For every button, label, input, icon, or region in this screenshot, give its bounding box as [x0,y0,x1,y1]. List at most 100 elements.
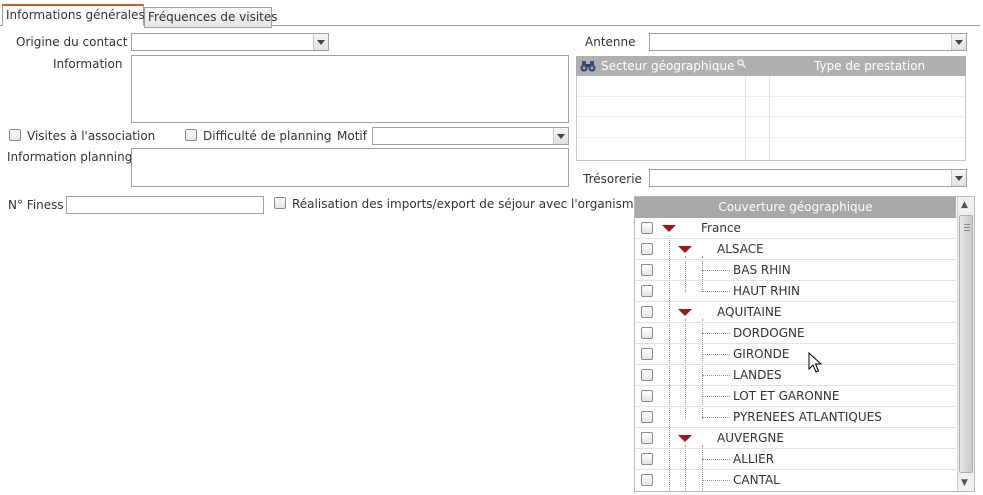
tree-row[interactable]: LOT ET GARONNE [635,386,956,407]
triangle-down-icon[interactable] [678,246,692,253]
tree-row[interactable]: PYRENEES ATLANTIQUES [635,407,956,428]
tree-row[interactable]: GIRONDE [635,344,956,365]
tree-row-checkbox[interactable] [641,243,653,255]
tab-informations-generales[interactable]: Informations générales [2,4,145,26]
visites-checkbox[interactable] [9,129,21,141]
tree-row-label: ALSACE [717,242,764,256]
tree-row-checkbox[interactable] [641,306,653,318]
motif-label: Motif [337,129,367,143]
tree-row-label: BAS RHIN [733,263,791,277]
tree-row-checkbox[interactable] [641,222,653,234]
finess-label: N° Finess [8,198,64,212]
tree-row[interactable]: CANTAL [635,470,956,491]
tree-row-label: GIRONDE [733,347,790,361]
tree-row[interactable]: HAUT RHIN [635,281,956,302]
realisation-checkbox[interactable] [274,197,286,209]
tree-row[interactable]: DORDOGNE [635,323,956,344]
tree-row[interactable]: France [635,218,956,239]
chevron-up-icon[interactable]: ▲ [958,197,974,212]
chevron-down-icon[interactable]: ▼ [958,475,974,490]
chevron-down-icon[interactable] [951,34,966,50]
tree-row[interactable]: AUVERGNE [635,428,956,449]
tree-connector [702,354,730,355]
tree-row-label: DORDOGNE [733,326,805,340]
secteur-grid-body[interactable] [576,76,966,161]
tree-connector [702,333,730,334]
tree-row-checkbox[interactable] [641,453,653,465]
tree-row[interactable]: LANDES [635,365,956,386]
tresorerie-select[interactable] [649,169,967,187]
type-prestation-column-header[interactable]: Type de prestation [814,56,925,76]
secteur-grid-header: Secteur géographique Type de prestation [576,56,966,76]
tree-row[interactable]: ALSACE [635,239,956,260]
tree-row[interactable]: ALLIER [635,449,956,470]
tree-connector [702,396,730,397]
tree-row-checkbox[interactable] [641,285,653,297]
origine-select[interactable] [131,33,329,51]
tree-connector [702,480,730,481]
binoculars-icon[interactable] [580,59,596,73]
tree-row[interactable]: AQUITAINE [635,302,956,323]
tab-label: Informations générales [6,8,145,22]
tree-row-checkbox[interactable] [641,348,653,360]
tree-row[interactable]: BAS RHIN [635,260,956,281]
difficulte-label: Difficulté de planning [203,129,332,143]
tree-row-label: HAUT RHIN [733,284,801,298]
info-planning-textarea[interactable] [131,148,569,187]
realisation-label: Réalisation des imports/export de séjour… [292,197,641,211]
tree-connector [702,459,730,460]
scrollbar-thumb[interactable] [959,215,973,473]
tree-connector [702,417,730,418]
grid-row-line [577,137,965,138]
triangle-down-icon[interactable] [678,309,692,316]
secteur-column-header[interactable]: Secteur géographique [601,56,734,76]
tree-row-label: PYRENEES ATLANTIQUES [733,410,882,424]
origine-label: Origine du contact [16,35,128,49]
tree-row-label: France [701,221,741,235]
difficulte-checkbox[interactable] [185,129,197,141]
search-icon[interactable] [737,59,746,68]
mouse-pointer-icon [808,352,822,373]
tab-label: Fréquences de visites [148,10,278,24]
grip-line [964,224,970,225]
grip-line [964,230,970,231]
tree-row-checkbox[interactable] [641,411,653,423]
tree-row-checkbox[interactable] [641,327,653,339]
tree-row-checkbox[interactable] [641,264,653,276]
tree-row-label: AUVERGNE [717,431,784,445]
coverage-tree-header: Couverture géographique [635,197,956,218]
tree-row-checkbox[interactable] [641,390,653,402]
tree-row-checkbox[interactable] [641,474,653,486]
tree-row-label: AQUITAINE [717,305,782,319]
antenne-select[interactable] [649,33,967,51]
info-planning-label: Information planning [7,150,133,164]
triangle-down-icon[interactable] [662,225,676,232]
finess-input[interactable] [66,196,264,214]
visites-label: Visites à l'association [27,129,156,143]
tree-row-label: LOT ET GARONNE [733,389,840,403]
antenne-label: Antenne [585,35,636,49]
chevron-down-icon[interactable] [951,170,966,186]
grid-row-line [577,96,965,97]
tree-scrollbar[interactable]: ▲ ▼ [957,197,974,491]
grid-divider [745,76,746,160]
grid-divider [769,76,770,160]
tree-row-checkbox[interactable] [641,369,653,381]
triangle-down-icon[interactable] [678,435,692,442]
motif-select[interactable] [372,127,569,145]
tresorerie-label: Trésorerie [583,172,642,186]
coverage-header-label: Couverture géographique [718,200,873,214]
tree-connector [702,270,730,271]
tab-frequences-de-visites[interactable]: Fréquences de visites [144,7,278,28]
information-textarea[interactable] [131,55,569,123]
grid-row-line [577,116,965,117]
tree-row-checkbox[interactable] [641,432,653,444]
tree-connector [702,291,730,292]
chevron-down-icon[interactable] [313,34,328,50]
tree-row-label: ALLIER [733,452,775,466]
grip-line [964,227,970,228]
chevron-down-icon[interactable] [553,128,568,144]
tree-connector [702,375,730,376]
tree-row-label: LANDES [733,368,782,382]
information-label: Information [53,57,123,71]
